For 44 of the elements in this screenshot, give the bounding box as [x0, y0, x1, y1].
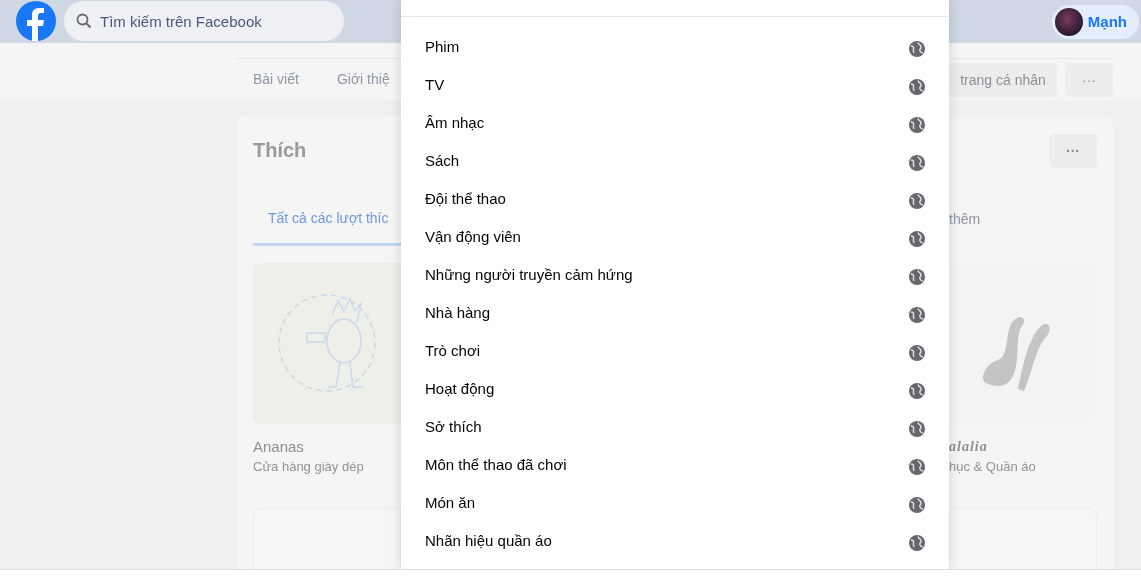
globe-icon — [909, 383, 925, 399]
category-label: Sách — [425, 151, 460, 169]
category-label: Những người truyền cảm hứng — [425, 265, 633, 283]
globe-icon — [909, 421, 925, 437]
more-button[interactable]: ··· — [1065, 63, 1113, 98]
globe-icon — [909, 117, 925, 133]
globe-icon — [909, 535, 925, 551]
category-label: Món ăn — [425, 493, 476, 511]
page-name[interactable]: alalia — [949, 439, 1097, 455]
globe-icon — [909, 41, 925, 57]
globe-icon — [909, 155, 925, 171]
section-title: Thích — [253, 138, 307, 162]
profile-tab[interactable]: Bài viết — [237, 71, 299, 88]
globe-icon — [909, 193, 925, 209]
globe-icon — [909, 79, 925, 95]
category-label: Môn thể thao đã chơi — [425, 455, 567, 473]
globe-icon — [909, 497, 925, 513]
avatar — [1054, 7, 1083, 36]
logo-icon[interactable] — [16, 1, 56, 42]
category-label: Trò chơi — [425, 341, 481, 359]
profile-tab[interactable]: Giới thiệ — [320, 71, 390, 88]
category-label: Sở thích — [425, 417, 482, 435]
search-field[interactable]: Tìm kiếm trên Facebook — [64, 1, 344, 42]
category-label: TV — [425, 75, 445, 93]
globe-icon — [909, 459, 925, 475]
category-label: Đội thể thao — [425, 189, 506, 207]
category-label: Hoạt động — [425, 379, 495, 397]
page-category: Cửa hàng giày dép — [253, 459, 365, 474]
category-label: Vận động viên — [425, 227, 521, 245]
globe-icon — [909, 307, 925, 323]
edit-profile-button[interactable]: trang cá nhân — [949, 63, 1057, 98]
page-name[interactable]: Ananas — [253, 438, 401, 455]
profile-button[interactable]: Mạnh — [1051, 4, 1139, 39]
category-label: Nhãn hiệu quần áo — [425, 531, 552, 549]
category-label: Âm nhạc — [425, 113, 485, 131]
page-category: hục & Quần áo — [949, 459, 1037, 474]
globe-icon — [909, 231, 925, 247]
globe-icon — [909, 269, 925, 285]
likes-tab[interactable]: thêm — [949, 195, 1097, 247]
category-label: Phim — [425, 37, 460, 55]
search-icon — [76, 13, 92, 30]
globe-icon — [909, 345, 925, 361]
more-button[interactable]: ··· — [1049, 134, 1097, 168]
category-label: Nhà hàng — [425, 303, 491, 321]
